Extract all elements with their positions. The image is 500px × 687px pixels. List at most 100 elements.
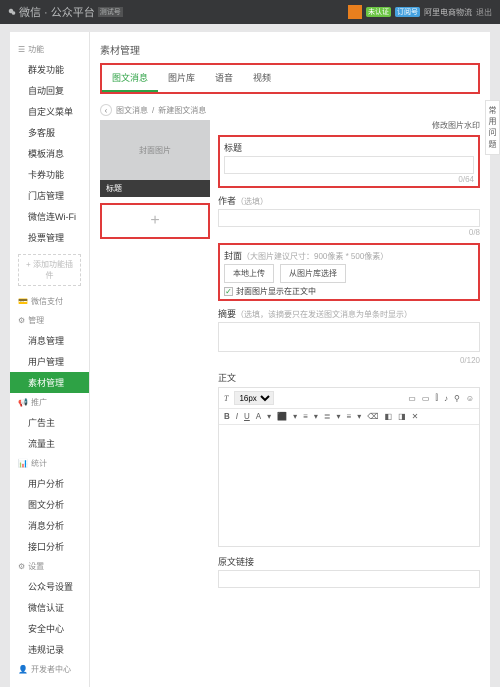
checkbox-icon: ✓	[224, 287, 233, 296]
faq-strip[interactable]: 常用问题	[485, 100, 500, 155]
sidebar-item-users[interactable]: 用户管理	[10, 351, 89, 372]
rich-editor: T 16px ▭ ▭ ⫿ ♪ ⚲ ☺ B I	[218, 387, 480, 547]
tab-article[interactable]: 图文消息	[102, 65, 158, 92]
page-title: 素材管理	[100, 40, 480, 63]
badge-unverified: 未认证	[366, 7, 391, 17]
sidebar-item-autoreply[interactable]: 自动回复	[10, 80, 89, 101]
music-icon[interactable]: ♪	[444, 394, 448, 403]
cover-label: 封面	[224, 251, 242, 261]
origin-link-input[interactable]	[218, 570, 480, 588]
group-features[interactable]: ☰ 功能	[10, 40, 89, 59]
breadcrumb-parent[interactable]: 图文消息	[116, 105, 148, 116]
title-input[interactable]	[224, 156, 474, 174]
sidebar-item-template[interactable]: 模板消息	[10, 143, 89, 164]
sidebar-item-stores[interactable]: 门店管理	[10, 185, 89, 206]
indent-button[interactable]: ≡	[347, 412, 352, 421]
cover-group: 封面（大图片建议尺寸：900像素 * 500像素） 本地上传 从图片库选择 ✓封…	[218, 243, 480, 301]
underline-button[interactable]: U	[244, 412, 250, 421]
title-count: 0/64	[224, 175, 474, 184]
cover-preview: 封面图片	[100, 120, 210, 180]
sidebar-item-messages[interactable]: 消息管理	[10, 330, 89, 351]
sidebar-item-material[interactable]: 素材管理	[10, 372, 89, 393]
group-pay[interactable]: 💳 微信支付	[10, 292, 89, 311]
title-group: 标题 0/64	[218, 135, 480, 188]
sidebar-item-vote[interactable]: 投票管理	[10, 227, 89, 248]
tab-image[interactable]: 图片库	[158, 65, 205, 92]
italic-button[interactable]: I	[236, 412, 238, 421]
summary-input[interactable]	[218, 322, 480, 352]
remove-button[interactable]: ✕	[412, 412, 419, 421]
add-article-button[interactable]: +	[100, 203, 210, 239]
font-size-select[interactable]: 16px	[234, 391, 274, 405]
group-dev[interactable]: 👤 开发者中心	[10, 660, 89, 679]
sidebar-item-cards[interactable]: 卡券功能	[10, 164, 89, 185]
sidebar-item-verify[interactable]: 微信认证	[10, 597, 89, 618]
tab-audio[interactable]: 语音	[205, 65, 243, 92]
header: 微信 · 公众平台 测试号 未认证 订阅号 阿里电商物流 退出	[0, 0, 500, 24]
group-promo[interactable]: 📢 推广	[10, 393, 89, 412]
chart-icon[interactable]: ⫿	[435, 393, 438, 403]
add-plugin[interactable]: + 添加功能插件	[18, 254, 81, 286]
preview-column: 封面图片 标题 +	[100, 120, 210, 594]
upload-local-button[interactable]: 本地上传	[224, 264, 274, 283]
group-manage[interactable]: ⚙ 管理	[10, 311, 89, 330]
floatr-button[interactable]: ◨	[398, 412, 406, 421]
watermark-link[interactable]: 修改图片水印	[218, 120, 480, 131]
group-settings[interactable]: ⚙ 设置	[10, 557, 89, 576]
bgcolor-button[interactable]: ⬛	[277, 412, 287, 421]
cover-hint: （大图片建议尺寸：900像素 * 500像素）	[242, 252, 388, 261]
cover-title-bar: 标题	[100, 180, 210, 197]
emoji-icon[interactable]: ☺	[466, 394, 474, 403]
author-count: 0/8	[218, 228, 480, 237]
video-icon[interactable]: ▭	[422, 394, 430, 403]
clear-button[interactable]: ⌫	[367, 412, 378, 421]
sidebar-item-msg-stats[interactable]: 消息分析	[10, 515, 89, 536]
floatl-button[interactable]: ◧	[385, 412, 393, 421]
bold-button[interactable]: B	[224, 412, 230, 421]
group-stats[interactable]: 📊 统计	[10, 454, 89, 473]
image-icon[interactable]: ▭	[408, 394, 416, 403]
summary-hint: （选填，该摘要只在发送图文消息为单条时显示）	[236, 310, 412, 319]
choose-library-button[interactable]: 从图片库选择	[280, 264, 346, 283]
summary-count: 0/120	[218, 356, 480, 365]
align-button[interactable]: ≡	[303, 412, 308, 421]
editor-body[interactable]	[219, 425, 479, 545]
author-input[interactable]	[218, 209, 480, 227]
author-hint: （选填）	[236, 197, 268, 206]
back-icon[interactable]: ‹	[100, 104, 112, 116]
sidebar-item-broadcast[interactable]: 群发功能	[10, 59, 89, 80]
form-column: 修改图片水印 标题 0/64 作者（选填） 0/8 封面（大图片建议尺寸：900…	[218, 120, 480, 594]
tab-video[interactable]: 视频	[243, 65, 281, 92]
color-button[interactable]: A	[256, 412, 261, 421]
sidebar-item-violations[interactable]: 违规记录	[10, 639, 89, 660]
sidebar-item-wifi[interactable]: 微信连Wi-Fi	[10, 206, 89, 227]
sidebar-item-api-stats[interactable]: 接口分析	[10, 536, 89, 557]
sidebar-item-article-stats[interactable]: 图文分析	[10, 494, 89, 515]
origin-link-label: 原文链接	[218, 555, 480, 568]
sidebar-item-menu[interactable]: 自定义菜单	[10, 101, 89, 122]
sidebar: ☰ 功能 群发功能 自动回复 自定义菜单 多客服 模板消息 卡券功能 门店管理 …	[10, 32, 90, 687]
material-tabs: 图文消息 图片库 语音 视频	[100, 63, 480, 94]
env-badge: 测试号	[98, 7, 123, 17]
sidebar-item-security[interactable]: 安全中心	[10, 618, 89, 639]
logout-link[interactable]: 退出	[476, 7, 492, 18]
summary-label: 摘要	[218, 309, 236, 319]
sidebar-item-service[interactable]: 多客服	[10, 122, 89, 143]
author-label: 作者	[218, 196, 236, 206]
title-label: 标题	[224, 141, 474, 154]
body-label: 正文	[218, 371, 480, 384]
account-name[interactable]: 阿里电商物流	[424, 7, 472, 18]
font-family-icon[interactable]: T	[224, 394, 228, 403]
show-cover-checkbox[interactable]: ✓封面图片显示在正文中	[224, 286, 474, 297]
sidebar-item-account[interactable]: 公众号设置	[10, 576, 89, 597]
sidebar-item-user-stats[interactable]: 用户分析	[10, 473, 89, 494]
badge-type: 订阅号	[395, 7, 420, 17]
sidebar-item-traffic[interactable]: 流量主	[10, 433, 89, 454]
avatar[interactable]	[348, 5, 362, 19]
sidebar-item-advertiser[interactable]: 广告主	[10, 412, 89, 433]
list-button[interactable]: ≣	[324, 412, 331, 421]
link-icon[interactable]: ⚲	[454, 394, 460, 403]
brand: 微信 · 公众平台 测试号	[8, 4, 123, 20]
breadcrumb: ‹ 图文消息 / 新建图文消息	[100, 100, 480, 120]
content: 素材管理 图文消息 图片库 语音 视频 ‹ 图文消息 / 新建图文消息 封面图片…	[90, 32, 490, 687]
